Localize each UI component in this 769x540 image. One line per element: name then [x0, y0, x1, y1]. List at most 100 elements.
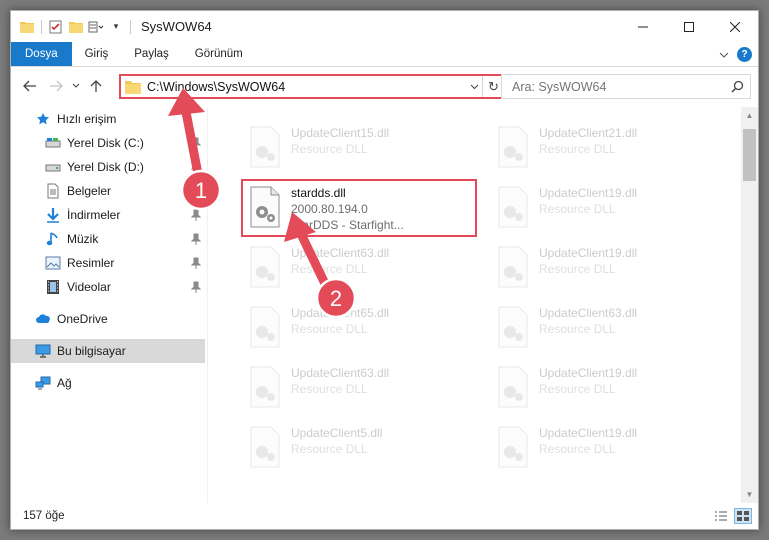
file-description: Resource DLL [539, 142, 616, 156]
details-view-icon[interactable] [712, 508, 730, 524]
dll-file-icon [250, 246, 280, 288]
file-tile[interactable]: UpdateClient19.dll Resource DLL [489, 419, 725, 477]
dll-file-icon [498, 246, 528, 288]
sidebar-item-this-pc[interactable]: Bu bilgisayar [11, 339, 205, 363]
sidebar-item-label: Yerel Disk (D:) [67, 160, 144, 174]
pin-icon[interactable] [191, 185, 201, 197]
network-icon [35, 375, 51, 391]
sidebar-item-label: Bu bilgisayar [57, 344, 126, 358]
file-tile[interactable]: UpdateClient15.dll Resource DLL [241, 119, 477, 177]
scroll-up-icon[interactable]: ▲ [741, 107, 758, 124]
sidebar-item-music[interactable]: Müzik [11, 227, 205, 251]
dll-file-icon [498, 306, 528, 348]
pin-icon[interactable] [191, 281, 201, 293]
sidebar-item-downloads[interactable]: İndirmeler [11, 203, 205, 227]
pin-icon[interactable] [191, 137, 201, 149]
address-bar[interactable]: C:\Windows\SysWOW64 ↻ [119, 74, 506, 99]
chevron-down-icon[interactable] [719, 45, 729, 63]
sidebar-item-pictures[interactable]: Resimler [11, 251, 205, 275]
chevron-down-icon[interactable]: ▾ [108, 19, 124, 35]
minimize-button[interactable] [620, 11, 666, 42]
tiles-view-icon[interactable] [734, 508, 752, 524]
file-tile[interactable]: UpdateClient65.dll Resource DLL [241, 299, 477, 357]
maximize-button[interactable] [666, 11, 712, 42]
file-tile[interactable]: UpdateClient5.dll Resource DLL [241, 419, 477, 477]
help-icon[interactable]: ? [737, 46, 752, 62]
file-tile[interactable]: UpdateClient63.dll Resource DLL [241, 359, 477, 417]
new-folder-icon[interactable] [68, 19, 84, 35]
download-icon [45, 207, 61, 223]
drive-icon [45, 135, 61, 151]
tab-file[interactable]: Dosya [11, 42, 72, 66]
sidebar-item-label: İndirmeler [67, 208, 121, 222]
tab-view[interactable]: Görünüm [182, 42, 256, 66]
sidebar-item-quick-access[interactable]: Hızlı erişim [11, 107, 205, 131]
file-name: UpdateClient19.dll [539, 426, 638, 440]
up-button[interactable] [83, 73, 109, 99]
dll-file-icon [498, 126, 528, 168]
sidebar-item-local-disk-c[interactable]: Yerel Disk (C:) [11, 131, 205, 155]
cloud-icon [35, 311, 51, 327]
scroll-down-icon[interactable]: ▼ [741, 486, 758, 503]
sidebar-item-onedrive[interactable]: OneDrive [11, 307, 205, 331]
file-description: Resource DLL [539, 262, 616, 276]
tab-share[interactable]: Paylaş [121, 42, 182, 66]
star-icon [35, 111, 51, 127]
sidebar-item-local-disk-d[interactable]: Yerel Disk (D:) [11, 155, 205, 179]
file-description: Resource DLL [291, 382, 368, 396]
sidebar-item-documents[interactable]: Belgeler [11, 179, 205, 203]
pin-icon[interactable] [191, 209, 201, 221]
documents-icon [45, 183, 61, 199]
music-icon [45, 231, 61, 247]
search-input[interactable] [502, 79, 724, 94]
file-tile[interactable]: UpdateClient19.dll Resource DLL [489, 179, 725, 237]
sidebar-item-label: Ağ [57, 376, 72, 390]
file-tile[interactable]: UpdateClient21.dll Resource DLL [489, 119, 725, 177]
drive-icon [45, 159, 61, 175]
folder-icon [19, 19, 35, 35]
file-tile[interactable]: UpdateClient63.dll Resource DLL [489, 299, 725, 357]
file-name: UpdateClient19.dll [539, 246, 638, 260]
sidebar-item-label: OneDrive [57, 312, 108, 326]
file-name: UpdateClient63.dll [291, 366, 390, 380]
title-bar: ▾ SysWOW64 [11, 11, 758, 42]
item-count: 157 öğe [23, 510, 65, 522]
dll-file-icon [498, 366, 528, 408]
pin-icon[interactable] [191, 161, 201, 173]
search-icon[interactable] [724, 80, 750, 93]
dll-file-icon [250, 366, 280, 408]
dll-file-icon [250, 126, 280, 168]
ribbon-tabs: Dosya Giriş Paylaş Görünüm ? [11, 42, 758, 67]
recent-locations-button[interactable] [69, 73, 83, 99]
folder-icon [125, 80, 141, 94]
file-name: UpdateClient19.dll [539, 186, 638, 200]
customize-toolbar-icon[interactable] [88, 19, 104, 35]
scroll-thumb[interactable] [743, 129, 756, 181]
tab-home[interactable]: Giriş [72, 42, 122, 66]
file-description: Resource DLL [539, 322, 616, 336]
sidebar-item-label: Hızlı erişim [57, 112, 117, 126]
file-tile[interactable]: UpdateClient63.dll Resource DLL [241, 239, 477, 297]
back-button[interactable] [17, 73, 43, 99]
chevron-down-icon[interactable] [466, 81, 482, 93]
sidebar-item-label: Belgeler [67, 184, 112, 198]
file-name: UpdateClient63.dll [539, 306, 638, 320]
file-description: Resource DLL [291, 322, 368, 336]
quick-access-toolbar: ▾ [11, 19, 133, 35]
pin-icon[interactable] [191, 257, 201, 269]
file-list: UpdateClient15.dll Resource DLL stardds.… [217, 107, 742, 503]
properties-icon[interactable] [48, 19, 64, 35]
pin-icon[interactable] [191, 233, 201, 245]
file-tile[interactable]: UpdateClient19.dll Resource DLL [489, 239, 725, 297]
sidebar-item-label: Resimler [67, 256, 115, 270]
dll-file-icon [250, 306, 280, 348]
vertical-scrollbar[interactable]: ▲ ▼ [741, 107, 758, 503]
sidebar-item-videos[interactable]: Videolar [11, 275, 205, 299]
file-tile[interactable]: UpdateClient19.dll Resource DLL [489, 359, 725, 417]
navigation-pane: Hızlı erişim Yerel Disk (C:) Yerel Disk … [11, 107, 207, 503]
pictures-icon [45, 255, 61, 271]
close-button[interactable] [712, 11, 758, 42]
file-description: Resource DLL [539, 382, 616, 396]
sidebar-item-network[interactable]: Ağ [11, 371, 205, 395]
forward-button[interactable] [43, 73, 69, 99]
